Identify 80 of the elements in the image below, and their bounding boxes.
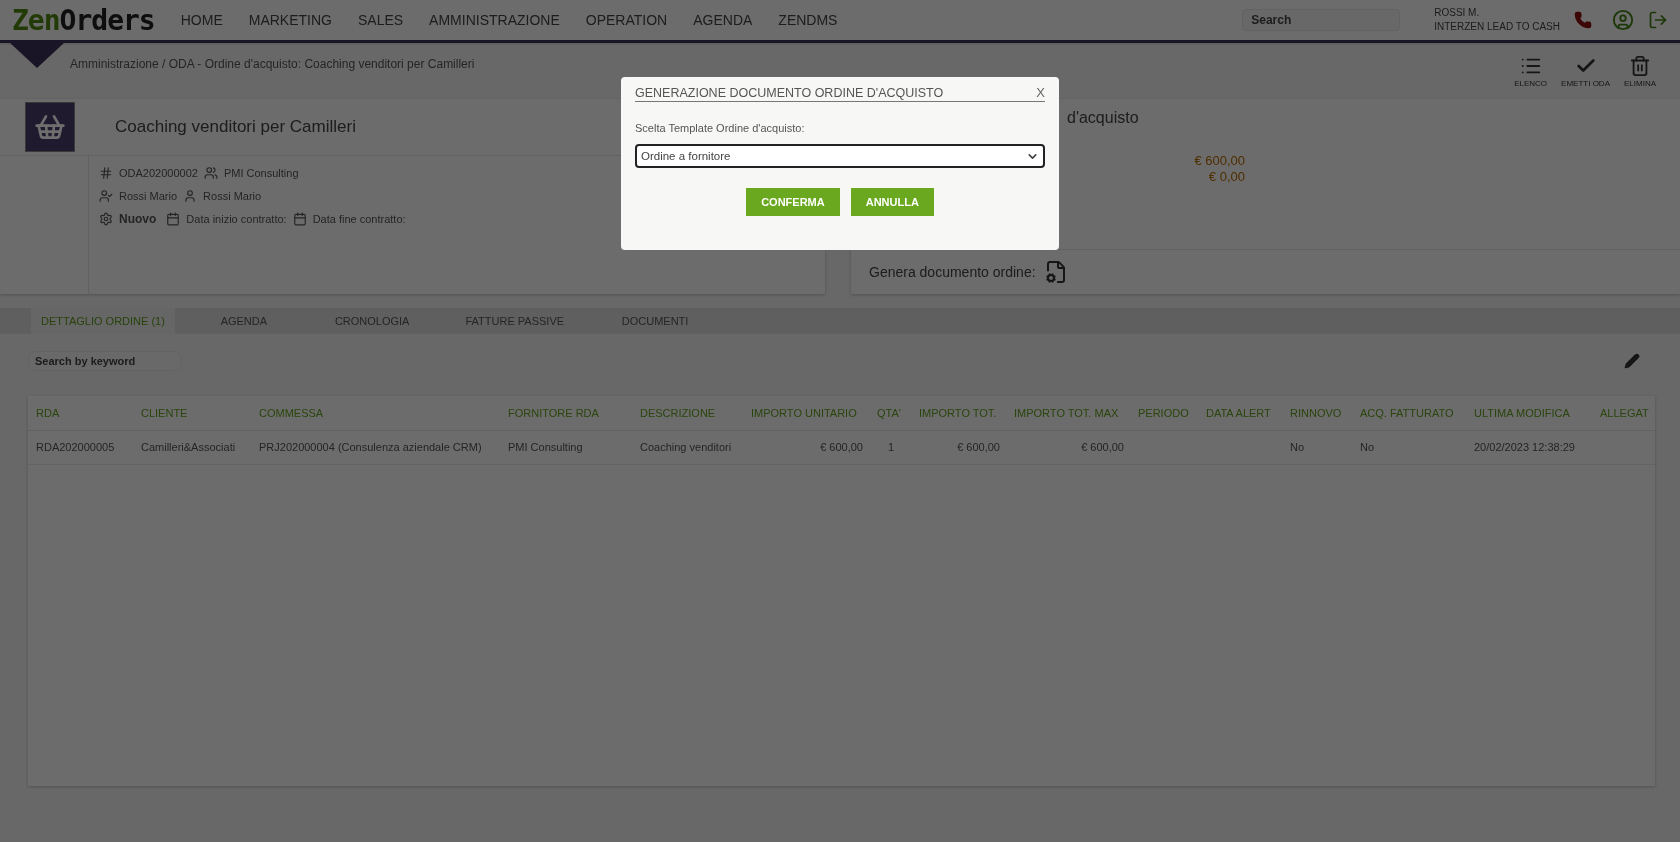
table-cell: No bbox=[1352, 430, 1466, 464]
order-code: ODA202000002 bbox=[119, 167, 198, 179]
user-name: ROSSI M. bbox=[1434, 6, 1481, 20]
tab[interactable]: DOCUMENTI bbox=[610, 308, 701, 334]
nav-link[interactable]: AMMINISTRAZIONE bbox=[429, 12, 560, 28]
column-header: IMPORTO TOT. bbox=[911, 396, 1006, 430]
order-status: Nuovo bbox=[119, 212, 157, 226]
column-header: RINNOVO bbox=[1282, 396, 1352, 430]
end-date-label: Data fine contratto: bbox=[312, 213, 406, 225]
column-header: QTA' bbox=[869, 396, 911, 430]
column-header: IMPORTO TOT. MAX bbox=[1006, 396, 1130, 430]
logout-icon[interactable] bbox=[1648, 10, 1668, 30]
generate-label: Genera documento ordine: bbox=[869, 264, 1036, 280]
users-icon bbox=[203, 166, 218, 180]
assignee-name: Rossi Mario bbox=[203, 190, 262, 202]
document-settings-icon[interactable] bbox=[1043, 260, 1068, 284]
trash-icon bbox=[1629, 55, 1651, 77]
basket-icon bbox=[25, 102, 75, 152]
table-cell: 1 bbox=[869, 430, 911, 464]
user-company: INTERZEN LEAD TO CASH bbox=[1434, 20, 1560, 34]
summary-title: d'acquisto bbox=[1067, 109, 1140, 127]
column-header: IMPORTO UNITARIO bbox=[743, 396, 869, 430]
modal-title: GENERAZIONE DOCUMENTO ORDINE D'ACQUISTO bbox=[635, 86, 944, 100]
tab[interactable]: AGENDA bbox=[198, 308, 289, 334]
nav-link[interactable]: AGENDA bbox=[693, 12, 753, 28]
pencil-icon[interactable] bbox=[1624, 353, 1640, 369]
column-header: COMMESSA bbox=[251, 396, 500, 430]
start-date-label: Data inizio contratto: bbox=[186, 213, 287, 225]
column-header: PERIODO bbox=[1130, 396, 1198, 430]
user-icon[interactable] bbox=[1612, 9, 1634, 31]
order-title: Coaching venditori per Camilleri bbox=[115, 117, 356, 137]
table-cell: Coaching venditori bbox=[632, 430, 743, 464]
field-label: Scelta Template Ordine d'acquisto: bbox=[635, 122, 806, 134]
supplier-name: PMI Consulting bbox=[223, 167, 299, 179]
column-header: CLIENTE bbox=[133, 396, 251, 430]
column-header: FORNITORE RDA bbox=[500, 396, 632, 430]
nav-link[interactable]: ZENDMS bbox=[778, 12, 838, 28]
table-cell: € 600,00 bbox=[743, 430, 869, 464]
tab[interactable]: DETTAGLIO ORDINE (1) bbox=[31, 308, 175, 334]
table-cell: 20/02/2023 12:38:29 bbox=[1466, 430, 1592, 464]
user-check-icon bbox=[99, 189, 113, 203]
user-icon bbox=[183, 189, 198, 203]
amount-value: € 600,00 bbox=[1194, 153, 1245, 169]
calendar-icon bbox=[166, 212, 181, 226]
amount-value: € 0,00 bbox=[1208, 169, 1245, 185]
column-header: DESCRIZIONE bbox=[632, 396, 743, 430]
keyword-search-field[interactable]: Search by keyword bbox=[28, 351, 182, 371]
breadcrumb: Amministrazione / ODA - Ordine d'acquisto: Coaching venditori per Camilleri bbox=[70, 57, 475, 71]
table-cell: Camilleri&Associati bbox=[133, 430, 251, 464]
search-field[interactable]: Search bbox=[1242, 9, 1401, 31]
close-button[interactable]: X bbox=[1036, 85, 1045, 100]
toolbar-button[interactable]: EMETTI ODA bbox=[1561, 55, 1610, 88]
phone-icon[interactable] bbox=[1574, 11, 1592, 29]
calendar-icon bbox=[292, 212, 307, 226]
toolbar-button[interactable]: ELENCO bbox=[1514, 55, 1548, 88]
nav-link[interactable]: OPERATION bbox=[585, 12, 668, 28]
template-select[interactable]: Ordine a fornitore bbox=[635, 144, 1045, 168]
owner-name: Rossi Mario bbox=[119, 190, 178, 202]
tab[interactable]: FATTURE PASSIVE bbox=[455, 308, 575, 334]
column-header: RDA bbox=[28, 396, 133, 430]
table-cell: RDA202000005 bbox=[28, 430, 133, 464]
modal-button[interactable]: CONFERMA bbox=[746, 188, 840, 216]
column-header: ALLEGAT bbox=[1592, 396, 1655, 430]
modal-button[interactable]: ANNULLA bbox=[850, 188, 934, 216]
gear-icon bbox=[99, 212, 113, 226]
nav-link[interactable]: HOME bbox=[180, 12, 223, 28]
toolbar-button[interactable]: ELIMINA bbox=[1624, 55, 1656, 88]
nav-link[interactable]: MARKETING bbox=[248, 12, 332, 28]
app-logo[interactable]: ZenOrders bbox=[12, 3, 155, 37]
table-cell: € 600,00 bbox=[911, 430, 1006, 464]
table-cell: PRJ202000004 (Consulenza aziendale CRM) bbox=[251, 430, 500, 464]
table-cell: No bbox=[1282, 430, 1352, 464]
number-icon bbox=[99, 166, 113, 180]
table-cell: € 600,00 bbox=[1006, 430, 1130, 464]
column-header: DATA ALERT bbox=[1198, 396, 1282, 430]
column-header: ACQ. FATTURATO bbox=[1352, 396, 1466, 430]
nav-link[interactable]: SALES bbox=[357, 12, 404, 28]
column-header: ULTIMA MODIFICA bbox=[1466, 396, 1592, 430]
tab[interactable]: CRONOLOGIA bbox=[324, 308, 420, 334]
table-cell: PMI Consulting bbox=[500, 430, 632, 464]
